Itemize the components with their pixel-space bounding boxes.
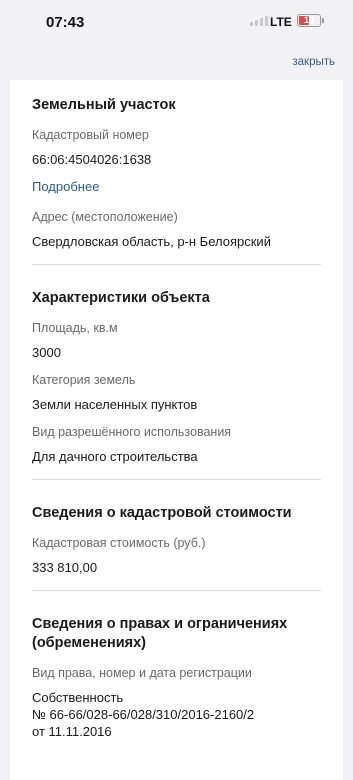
close-button[interactable]: закрыть: [292, 56, 335, 68]
section-divider: [32, 590, 321, 591]
area-label: Площадь, кв.м: [32, 321, 118, 335]
signal-icon: [250, 16, 268, 26]
network-type: LTE: [270, 15, 292, 29]
battery-icon: 10: [297, 14, 324, 27]
registration-date-value: от 11.11.2016: [32, 724, 112, 739]
address-value: Свердловская область, р-н Белоярский: [32, 234, 271, 249]
address-label: Адрес (местоположение): [32, 210, 178, 224]
section-title-rights: Сведения о правах и ограничениях (обреме…: [32, 616, 288, 651]
section-divider: [32, 479, 321, 480]
right-type-value: Собственность: [32, 690, 124, 705]
area-value: 3000: [32, 345, 61, 360]
details-card: Земельный участок Кадастровый номер 66:0…: [10, 80, 343, 780]
cadastral-number-label: Кадастровый номер: [32, 128, 149, 142]
land-category-label: Категория земель: [32, 373, 136, 387]
land-category-value: Земли населенных пунктов: [32, 397, 198, 412]
cadastral-cost-label: Кадастровая стоимость (руб.): [32, 536, 206, 550]
registration-label: Вид права, номер и дата регистрации: [32, 666, 252, 680]
cadastral-cost-value: 333 810,00: [32, 560, 98, 575]
section-title-cost: Сведения о кадастровой стоимости: [32, 505, 292, 521]
section-divider: [32, 264, 321, 265]
battery-level: 10: [303, 15, 314, 25]
permitted-use-label: Вид разрешённого использования: [32, 425, 232, 439]
section-title-land: Земельный участок: [32, 97, 176, 113]
status-bar: 07:43 LTE 10: [0, 0, 353, 44]
section-title-characteristics: Характеристики объекта: [32, 290, 210, 306]
registration-number-value: № 66-66/028-66/028/310/2016-2160/2: [32, 707, 255, 722]
cadastral-number-value: 66:06:4504026:1638: [32, 152, 152, 167]
bottom-fade: [10, 750, 343, 780]
status-time: 07:43: [46, 14, 85, 31]
permitted-use-value: Для дачного строительства: [32, 449, 198, 464]
more-details-link[interactable]: Подробнее: [32, 178, 321, 195]
